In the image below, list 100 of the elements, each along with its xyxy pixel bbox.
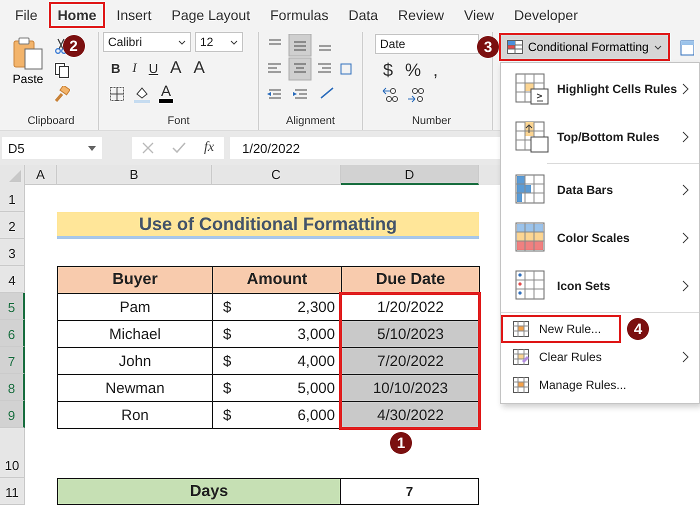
- scissors-icon[interactable]: [54, 38, 68, 54]
- caret-icon: [88, 146, 96, 150]
- rule-icon: [515, 121, 549, 153]
- table-cell: 7/20/2022: [341, 347, 480, 375]
- font-style-button[interactable]: I: [130, 60, 139, 76]
- row-header[interactable]: 11: [0, 478, 25, 505]
- shrink-font-button[interactable]: A: [191, 58, 207, 78]
- column-header[interactable]: C: [212, 165, 341, 185]
- chevron-right-icon: [682, 83, 689, 95]
- font-name-field[interactable]: Calibri: [103, 32, 191, 52]
- chevron-right-icon: [682, 280, 689, 292]
- step-badge: 3: [477, 36, 499, 58]
- table-cell: 7: [341, 478, 479, 505]
- ribbon-tab[interactable]: Home: [48, 2, 106, 28]
- ribbon-tab[interactable]: Review: [389, 2, 453, 28]
- row-header[interactable]: 8: [0, 374, 25, 401]
- table-icon[interactable]: [680, 40, 694, 56]
- ribbon-tab[interactable]: Data: [339, 2, 388, 28]
- column-header[interactable]: A: [25, 165, 57, 185]
- conditional-formatting-button[interactable]: Conditional Formatting: [499, 33, 670, 61]
- increase-decimal-icon[interactable]: [407, 87, 425, 103]
- row-header[interactable]: 5: [0, 293, 25, 320]
- row-header[interactable]: 6: [0, 320, 25, 347]
- step-badge: 4: [627, 318, 649, 340]
- chevron-right-icon: [682, 232, 689, 244]
- row-header[interactable]: 4: [0, 266, 25, 293]
- row-header[interactable]: 7: [0, 347, 25, 374]
- number-format-field[interactable]: Date: [375, 34, 479, 54]
- menu-item[interactable]: Color Scales: [501, 214, 699, 262]
- row-header[interactable]: 1: [0, 185, 25, 212]
- number-format-button[interactable]: ,: [431, 60, 440, 81]
- currency-symbol: $: [223, 352, 232, 370]
- menu-item[interactable]: Clear Rules: [501, 343, 699, 371]
- currency-symbol: $: [223, 298, 232, 316]
- row-header[interactable]: 10: [0, 428, 25, 478]
- table-header-cell: Buyer: [57, 266, 213, 294]
- font-size-field[interactable]: 12: [195, 32, 243, 52]
- amount-value: 6,000: [297, 406, 335, 424]
- chevron-right-icon: [682, 351, 689, 363]
- copy-icon[interactable]: [54, 62, 70, 78]
- ribbon-tab[interactable]: Developer: [505, 2, 587, 28]
- chevron-right-icon: [682, 184, 689, 196]
- table-header-cell: Due Date: [341, 266, 480, 294]
- table-cell: 10/10/2023: [341, 374, 480, 402]
- step-badge: 1: [390, 432, 412, 454]
- name-box[interactable]: D5: [2, 137, 102, 159]
- row-header[interactable]: 3: [0, 239, 25, 266]
- currency-symbol: $: [223, 380, 232, 396]
- group-label: Number: [410, 115, 452, 129]
- table-cell: 5/10/2023: [341, 320, 480, 348]
- menu-item[interactable]: Manage Rules...: [501, 371, 699, 399]
- paste-button[interactable]: Paste: [8, 32, 48, 115]
- borders-icon[interactable]: [109, 86, 125, 102]
- font-color-button[interactable]: A: [159, 84, 174, 103]
- checkmark-icon[interactable]: [172, 142, 186, 154]
- rule-icon: [513, 377, 529, 393]
- number-format-button[interactable]: $: [381, 60, 396, 81]
- table-cell: 4/30/2022: [341, 401, 480, 429]
- row-header[interactable]: 9: [0, 401, 25, 428]
- ribbon-tab[interactable]: Page Layout: [162, 2, 260, 28]
- ribbon-tab[interactable]: Formulas: [261, 2, 338, 28]
- chevron-right-icon: [682, 131, 689, 143]
- table-header-cell: Amount: [212, 266, 342, 294]
- group-label: Font: [166, 115, 190, 129]
- currency-symbol: $: [223, 326, 232, 342]
- ribbon-tab[interactable]: File: [6, 2, 47, 28]
- column-header[interactable]: D: [341, 165, 479, 185]
- ribbon-tab[interactable]: Insert: [107, 2, 160, 28]
- menu-item[interactable]: Highlight Cells Rules: [501, 65, 699, 113]
- grow-font-button[interactable]: A: [168, 58, 184, 78]
- amount-value: 2,300: [297, 298, 335, 316]
- grid-icon: [507, 40, 523, 54]
- menu-item[interactable]: Data Bars: [501, 166, 699, 214]
- ribbon-tab[interactable]: View: [454, 2, 504, 28]
- column-header[interactable]: B: [57, 165, 212, 185]
- rule-icon: [513, 349, 529, 365]
- number-format-button[interactable]: %: [403, 60, 424, 81]
- rule-icon: [513, 321, 529, 337]
- format-painter-icon[interactable]: [54, 86, 70, 102]
- caret-icon: [230, 40, 238, 44]
- step-badge: 2: [62, 35, 85, 57]
- fill-color-icon[interactable]: [133, 84, 151, 102]
- row-header[interactable]: 2: [0, 212, 25, 239]
- table-cell: Ron: [57, 401, 213, 429]
- sheet-title: Use of Conditional Formatting: [57, 212, 479, 239]
- table-header-cell: Days: [57, 478, 341, 505]
- clipboard-icon: [12, 36, 44, 70]
- group-label: Alignment: [285, 115, 336, 129]
- amount-value: 4,000: [297, 352, 335, 370]
- caret-icon: [654, 44, 662, 50]
- insert-function-button[interactable]: fx: [204, 140, 214, 156]
- menu-item[interactable]: Icon Sets: [501, 262, 699, 310]
- rule-icon: [515, 73, 549, 105]
- currency-symbol: $: [223, 406, 232, 424]
- caret-icon: [178, 40, 186, 44]
- amount-value: 5,000: [297, 380, 335, 396]
- decrease-decimal-icon[interactable]: [381, 87, 399, 103]
- menu-item[interactable]: New Rule...: [501, 315, 621, 343]
- font-style-button[interactable]: U: [146, 60, 160, 76]
- font-style-button[interactable]: B: [109, 60, 122, 76]
